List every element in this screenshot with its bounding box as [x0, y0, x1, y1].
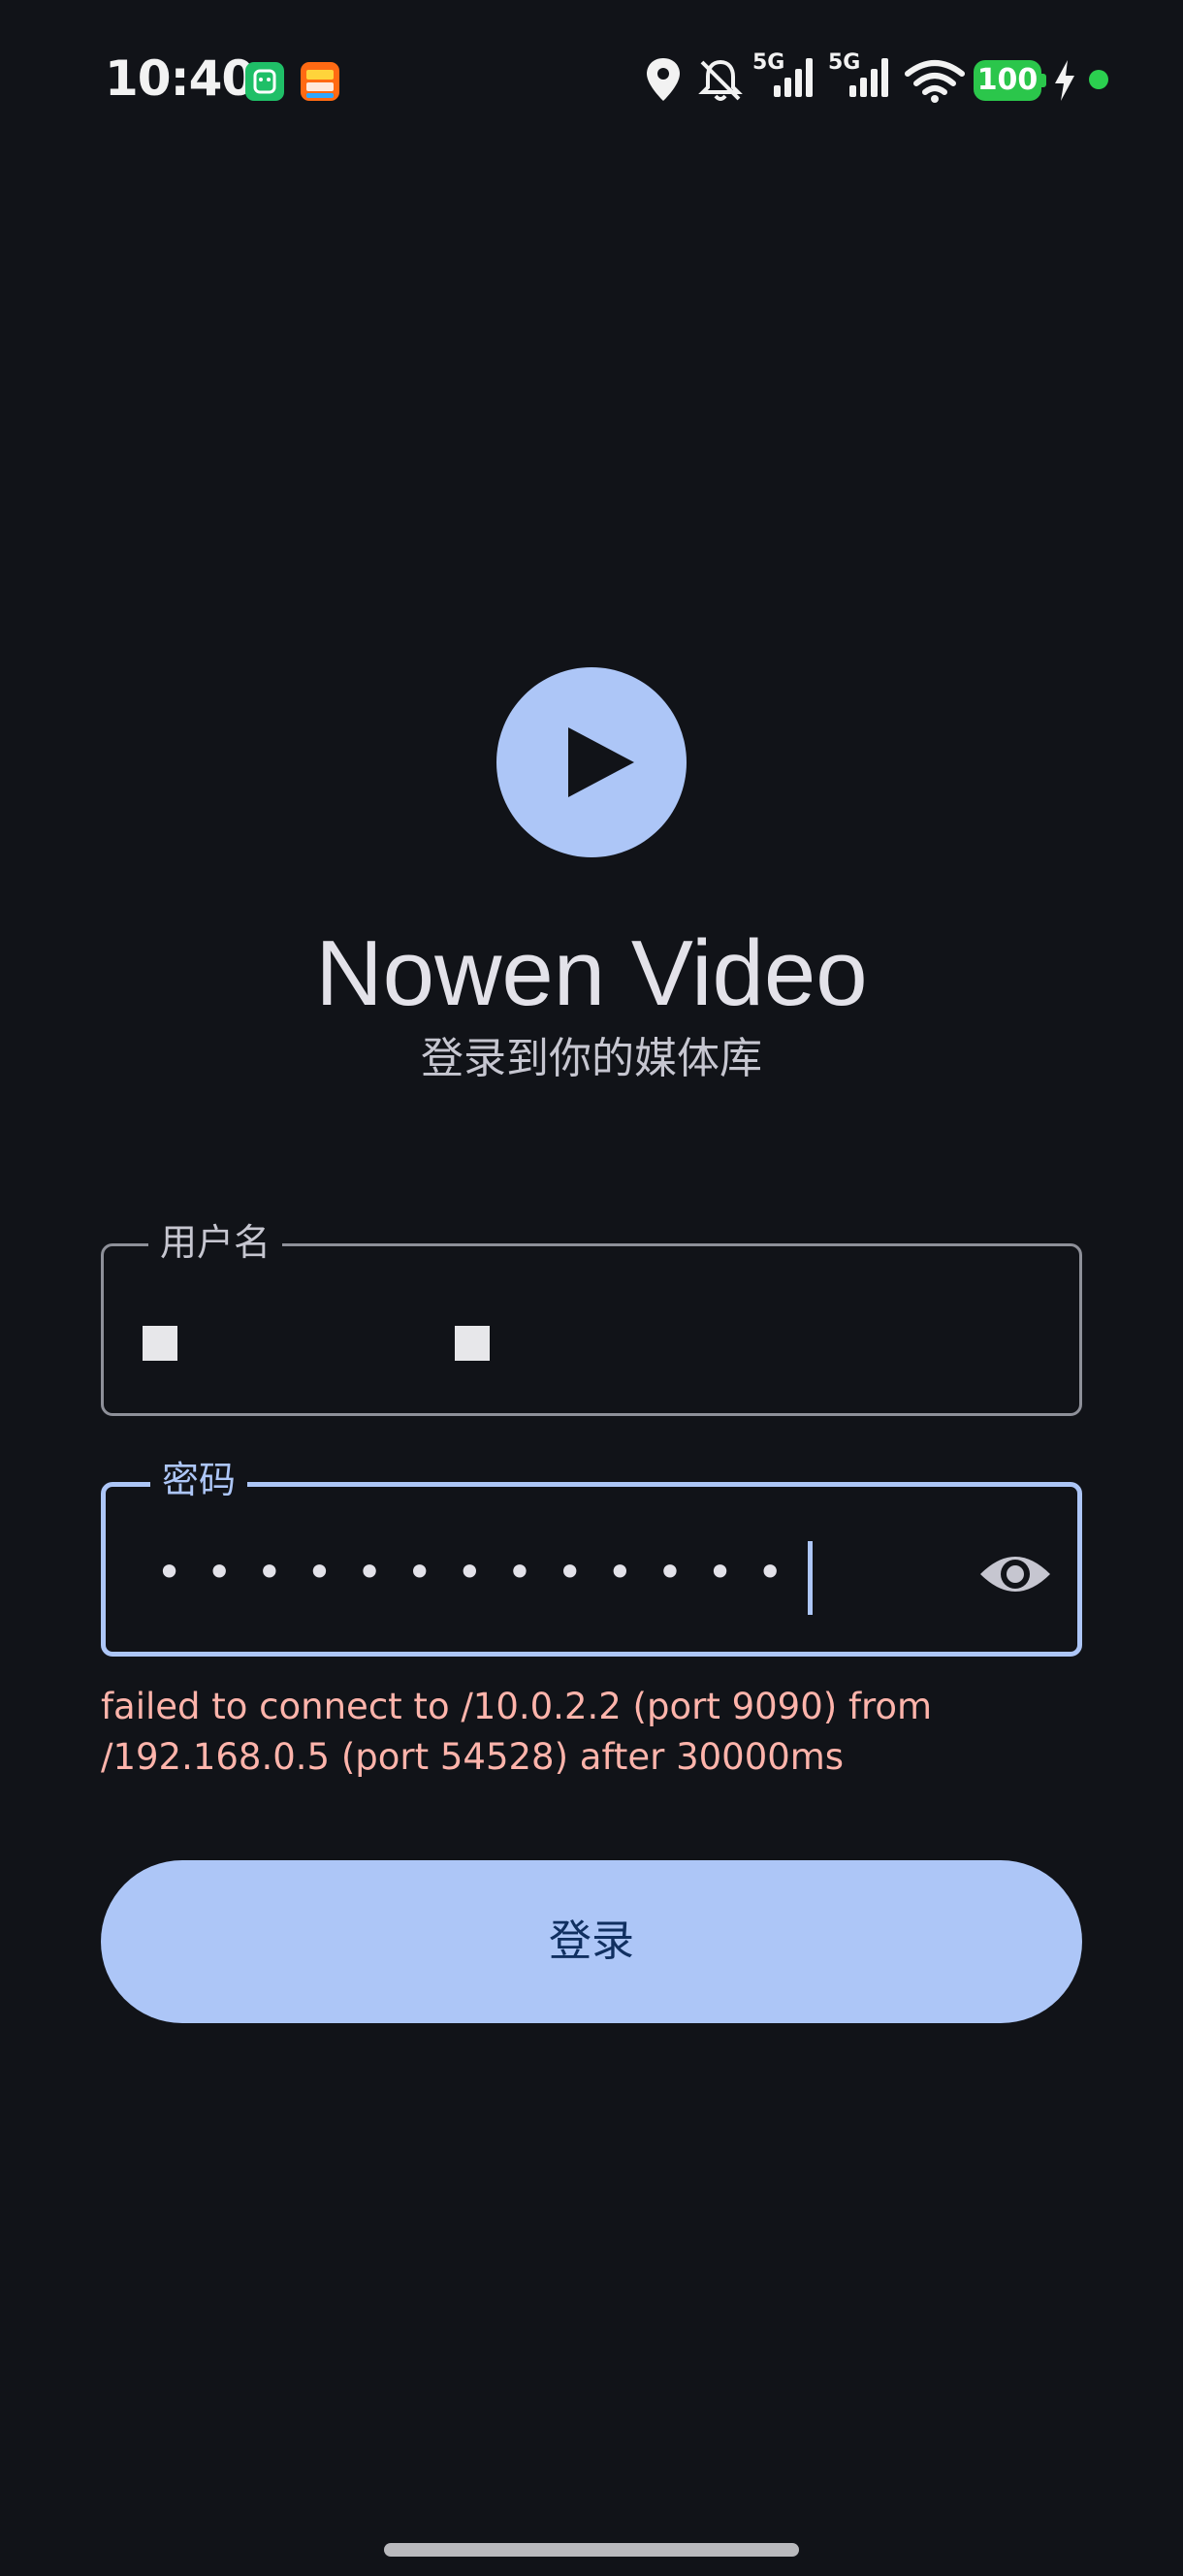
- wifi-icon: [905, 60, 965, 103]
- password-label: 密码: [150, 1455, 248, 1505]
- play-icon: [568, 727, 634, 797]
- username-field[interactable]: 用户名: [101, 1217, 1082, 1416]
- toggle-password-visibility-button[interactable]: [967, 1526, 1064, 1623]
- redaction-mark: [143, 1326, 177, 1361]
- text-cursor: [808, 1541, 813, 1615]
- location-icon: [647, 58, 680, 101]
- app-title: Nowen Video: [315, 921, 868, 1025]
- login-button[interactable]: 登录: [101, 1860, 1082, 2023]
- eye-icon: [980, 1557, 1050, 1592]
- status-bar: 10:40 5G 5G 100: [0, 0, 1183, 161]
- bell-off-icon: [698, 59, 743, 101]
- app-subtitle: 登录到你的媒体库: [421, 1034, 762, 1083]
- password-field[interactable]: 密码 •••••••••••••: [101, 1455, 1082, 1657]
- battery-icon: 100: [974, 60, 1041, 101]
- status-time: 10:40: [105, 50, 255, 107]
- username-label: 用户名: [148, 1217, 283, 1268]
- app-logo: [496, 667, 687, 857]
- error-message: failed to connect to /10.0.2.2 (port 909…: [101, 1686, 933, 1778]
- home-indicator[interactable]: [384, 2543, 799, 2557]
- charging-icon: [1055, 60, 1074, 101]
- taobao-app-icon: [301, 62, 339, 101]
- battery-tip: [1041, 74, 1046, 87]
- password-input[interactable]: •••••••••••••: [156, 1543, 807, 1601]
- mijia-app-icon: [245, 62, 284, 101]
- privacy-indicator-dot: [1089, 70, 1108, 89]
- signal-icon: 5G: [828, 52, 896, 101]
- redaction-mark: [455, 1326, 490, 1361]
- signal-icon: 5G: [752, 52, 820, 101]
